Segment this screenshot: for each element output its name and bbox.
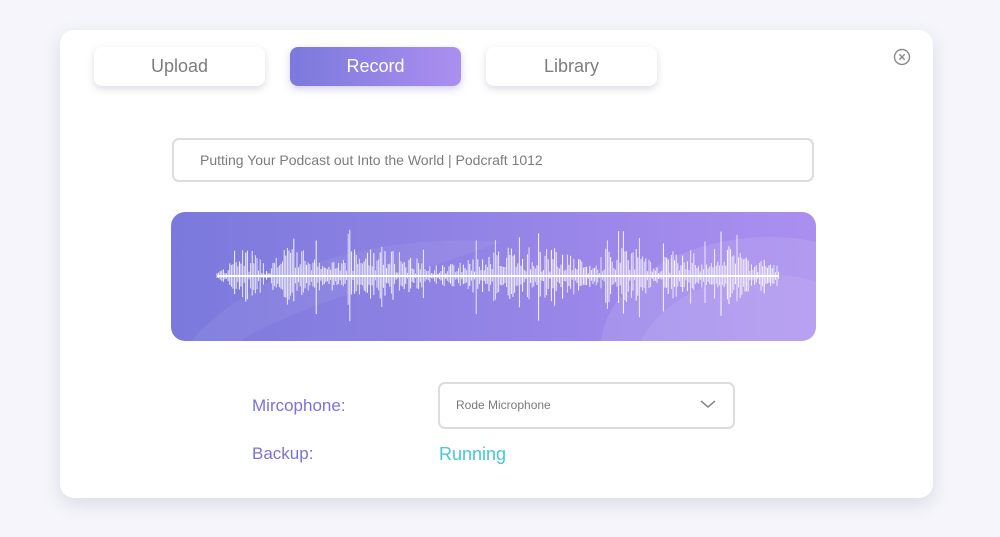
close-icon[interactable] [893,48,911,66]
waveform-panel [171,212,816,341]
tab-library[interactable]: Library [486,47,657,86]
audio-waveform [171,212,816,341]
tab-upload[interactable]: Upload [94,47,265,86]
chevron-down-icon [700,400,716,409]
microphone-label: Mircophone: [252,396,346,415]
tab-record[interactable]: Record [290,47,461,86]
microphone-select-value: Rode Microphone [456,398,551,412]
episode-title-input[interactable] [172,138,814,182]
backup-label: Backup: [252,444,314,463]
record-panel: Upload Record Library Mircophone: Rode M… [60,30,933,498]
microphone-select[interactable]: Rode Microphone [438,382,735,429]
backup-status: Running [439,444,507,464]
